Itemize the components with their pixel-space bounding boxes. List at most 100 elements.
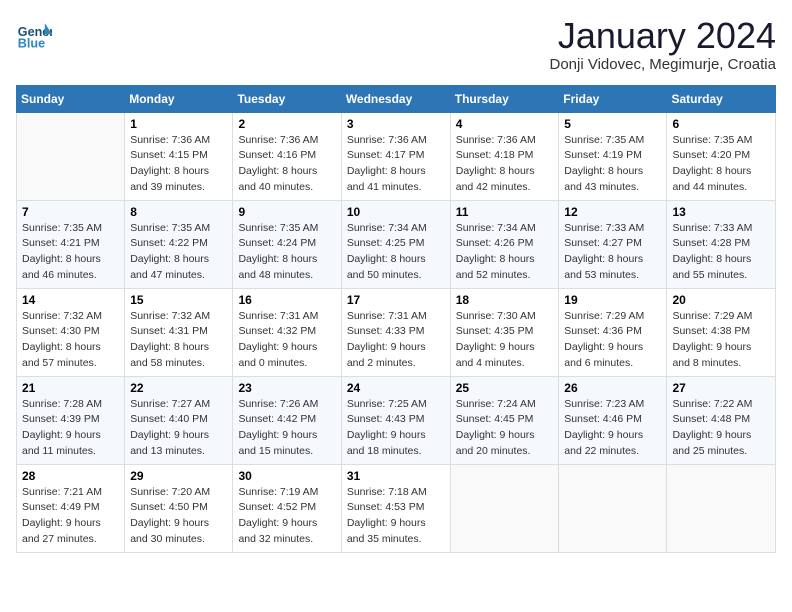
- daylight-text: Daylight: 9 hours and 20 minutes.: [456, 429, 535, 457]
- daylight-text: Daylight: 9 hours and 25 minutes.: [672, 429, 751, 457]
- day-number: 18: [456, 293, 554, 307]
- day-number: 2: [238, 117, 335, 131]
- calendar-cell: 20 Sunrise: 7:29 AM Sunset: 4:38 PM Dayl…: [667, 288, 776, 376]
- daylight-text: Daylight: 9 hours and 4 minutes.: [456, 341, 535, 369]
- page-title: January 2024: [550, 16, 777, 56]
- column-header-thursday: Thursday: [450, 85, 559, 112]
- day-number: 25: [456, 381, 554, 395]
- day-info: Sunrise: 7:27 AM Sunset: 4:40 PM Dayligh…: [130, 397, 227, 460]
- sunrise-text: Sunrise: 7:34 AM: [347, 222, 427, 234]
- day-info: Sunrise: 7:29 AM Sunset: 4:38 PM Dayligh…: [672, 309, 770, 372]
- day-number: 19: [564, 293, 661, 307]
- sunrise-text: Sunrise: 7:35 AM: [130, 222, 210, 234]
- sunset-text: Sunset: 4:16 PM: [238, 149, 316, 161]
- calendar-cell: 21 Sunrise: 7:28 AM Sunset: 4:39 PM Dayl…: [17, 376, 125, 464]
- calendar-cell: 14 Sunrise: 7:32 AM Sunset: 4:30 PM Dayl…: [17, 288, 125, 376]
- day-info: Sunrise: 7:25 AM Sunset: 4:43 PM Dayligh…: [347, 397, 445, 460]
- daylight-text: Daylight: 9 hours and 15 minutes.: [238, 429, 317, 457]
- logo: General Blue: [16, 16, 52, 52]
- sunset-text: Sunset: 4:40 PM: [130, 413, 208, 425]
- sunset-text: Sunset: 4:33 PM: [347, 325, 425, 337]
- calendar-cell: 31 Sunrise: 7:18 AM Sunset: 4:53 PM Dayl…: [341, 464, 450, 552]
- daylight-text: Daylight: 8 hours and 53 minutes.: [564, 253, 643, 281]
- sunrise-text: Sunrise: 7:35 AM: [22, 222, 102, 234]
- day-number: 1: [130, 117, 227, 131]
- column-header-sunday: Sunday: [17, 85, 125, 112]
- sunset-text: Sunset: 4:22 PM: [130, 237, 208, 249]
- daylight-text: Daylight: 8 hours and 55 minutes.: [672, 253, 751, 281]
- daylight-text: Daylight: 9 hours and 0 minutes.: [238, 341, 317, 369]
- sunrise-text: Sunrise: 7:32 AM: [130, 310, 210, 322]
- calendar-cell: 26 Sunrise: 7:23 AM Sunset: 4:46 PM Dayl…: [559, 376, 667, 464]
- sunset-text: Sunset: 4:18 PM: [456, 149, 534, 161]
- day-info: Sunrise: 7:32 AM Sunset: 4:30 PM Dayligh…: [22, 309, 119, 372]
- daylight-text: Daylight: 9 hours and 6 minutes.: [564, 341, 643, 369]
- sunrise-text: Sunrise: 7:35 AM: [672, 134, 752, 146]
- column-header-friday: Friday: [559, 85, 667, 112]
- day-info: Sunrise: 7:35 AM Sunset: 4:21 PM Dayligh…: [22, 221, 119, 284]
- calendar-cell: 23 Sunrise: 7:26 AM Sunset: 4:42 PM Dayl…: [233, 376, 341, 464]
- calendar-cell: 27 Sunrise: 7:22 AM Sunset: 4:48 PM Dayl…: [667, 376, 776, 464]
- sunset-text: Sunset: 4:25 PM: [347, 237, 425, 249]
- day-number: 29: [130, 469, 227, 483]
- day-info: Sunrise: 7:30 AM Sunset: 4:35 PM Dayligh…: [456, 309, 554, 372]
- sunset-text: Sunset: 4:48 PM: [672, 413, 750, 425]
- sunrise-text: Sunrise: 7:22 AM: [672, 398, 752, 410]
- calendar-cell: 5 Sunrise: 7:35 AM Sunset: 4:19 PM Dayli…: [559, 112, 667, 200]
- daylight-text: Daylight: 8 hours and 44 minutes.: [672, 165, 751, 193]
- daylight-text: Daylight: 8 hours and 50 minutes.: [347, 253, 426, 281]
- calendar-cell: 30 Sunrise: 7:19 AM Sunset: 4:52 PM Dayl…: [233, 464, 341, 552]
- day-info: Sunrise: 7:35 AM Sunset: 4:20 PM Dayligh…: [672, 133, 770, 196]
- sunset-text: Sunset: 4:31 PM: [130, 325, 208, 337]
- daylight-text: Daylight: 9 hours and 22 minutes.: [564, 429, 643, 457]
- sunrise-text: Sunrise: 7:34 AM: [456, 222, 536, 234]
- day-number: 14: [22, 293, 119, 307]
- calendar-cell: 18 Sunrise: 7:30 AM Sunset: 4:35 PM Dayl…: [450, 288, 559, 376]
- day-number: 9: [238, 205, 335, 219]
- calendar-cell: 28 Sunrise: 7:21 AM Sunset: 4:49 PM Dayl…: [17, 464, 125, 552]
- sunrise-text: Sunrise: 7:31 AM: [238, 310, 318, 322]
- day-number: 11: [456, 205, 554, 219]
- calendar-cell: 3 Sunrise: 7:36 AM Sunset: 4:17 PM Dayli…: [341, 112, 450, 200]
- day-number: 21: [22, 381, 119, 395]
- day-info: Sunrise: 7:26 AM Sunset: 4:42 PM Dayligh…: [238, 397, 335, 460]
- day-number: 6: [672, 117, 770, 131]
- day-number: 28: [22, 469, 119, 483]
- day-number: 12: [564, 205, 661, 219]
- daylight-text: Daylight: 8 hours and 48 minutes.: [238, 253, 317, 281]
- sunrise-text: Sunrise: 7:36 AM: [456, 134, 536, 146]
- sunrise-text: Sunrise: 7:33 AM: [672, 222, 752, 234]
- day-number: 23: [238, 381, 335, 395]
- sunset-text: Sunset: 4:36 PM: [564, 325, 642, 337]
- sunset-text: Sunset: 4:21 PM: [22, 237, 100, 249]
- day-info: Sunrise: 7:21 AM Sunset: 4:49 PM Dayligh…: [22, 485, 119, 548]
- day-info: Sunrise: 7:32 AM Sunset: 4:31 PM Dayligh…: [130, 309, 227, 372]
- sunset-text: Sunset: 4:35 PM: [456, 325, 534, 337]
- day-number: 15: [130, 293, 227, 307]
- day-number: 3: [347, 117, 445, 131]
- daylight-text: Daylight: 8 hours and 46 minutes.: [22, 253, 101, 281]
- day-info: Sunrise: 7:35 AM Sunset: 4:24 PM Dayligh…: [238, 221, 335, 284]
- calendar-cell: 16 Sunrise: 7:31 AM Sunset: 4:32 PM Dayl…: [233, 288, 341, 376]
- calendar-cell: 6 Sunrise: 7:35 AM Sunset: 4:20 PM Dayli…: [667, 112, 776, 200]
- daylight-text: Daylight: 9 hours and 18 minutes.: [347, 429, 426, 457]
- calendar-cell: 12 Sunrise: 7:33 AM Sunset: 4:27 PM Dayl…: [559, 200, 667, 288]
- sunrise-text: Sunrise: 7:36 AM: [130, 134, 210, 146]
- calendar-cell: 10 Sunrise: 7:34 AM Sunset: 4:25 PM Dayl…: [341, 200, 450, 288]
- calendar-cell: [667, 464, 776, 552]
- daylight-text: Daylight: 9 hours and 27 minutes.: [22, 517, 101, 545]
- daylight-text: Daylight: 9 hours and 13 minutes.: [130, 429, 209, 457]
- sunset-text: Sunset: 4:43 PM: [347, 413, 425, 425]
- sunrise-text: Sunrise: 7:35 AM: [564, 134, 644, 146]
- calendar-cell: [17, 112, 125, 200]
- day-info: Sunrise: 7:19 AM Sunset: 4:52 PM Dayligh…: [238, 485, 335, 548]
- daylight-text: Daylight: 8 hours and 52 minutes.: [456, 253, 535, 281]
- day-info: Sunrise: 7:36 AM Sunset: 4:18 PM Dayligh…: [456, 133, 554, 196]
- sunset-text: Sunset: 4:50 PM: [130, 501, 208, 513]
- calendar-table: SundayMondayTuesdayWednesdayThursdayFrid…: [16, 85, 776, 553]
- sunset-text: Sunset: 4:24 PM: [238, 237, 316, 249]
- sunset-text: Sunset: 4:30 PM: [22, 325, 100, 337]
- sunrise-text: Sunrise: 7:20 AM: [130, 486, 210, 498]
- sunrise-text: Sunrise: 7:29 AM: [672, 310, 752, 322]
- day-info: Sunrise: 7:35 AM Sunset: 4:22 PM Dayligh…: [130, 221, 227, 284]
